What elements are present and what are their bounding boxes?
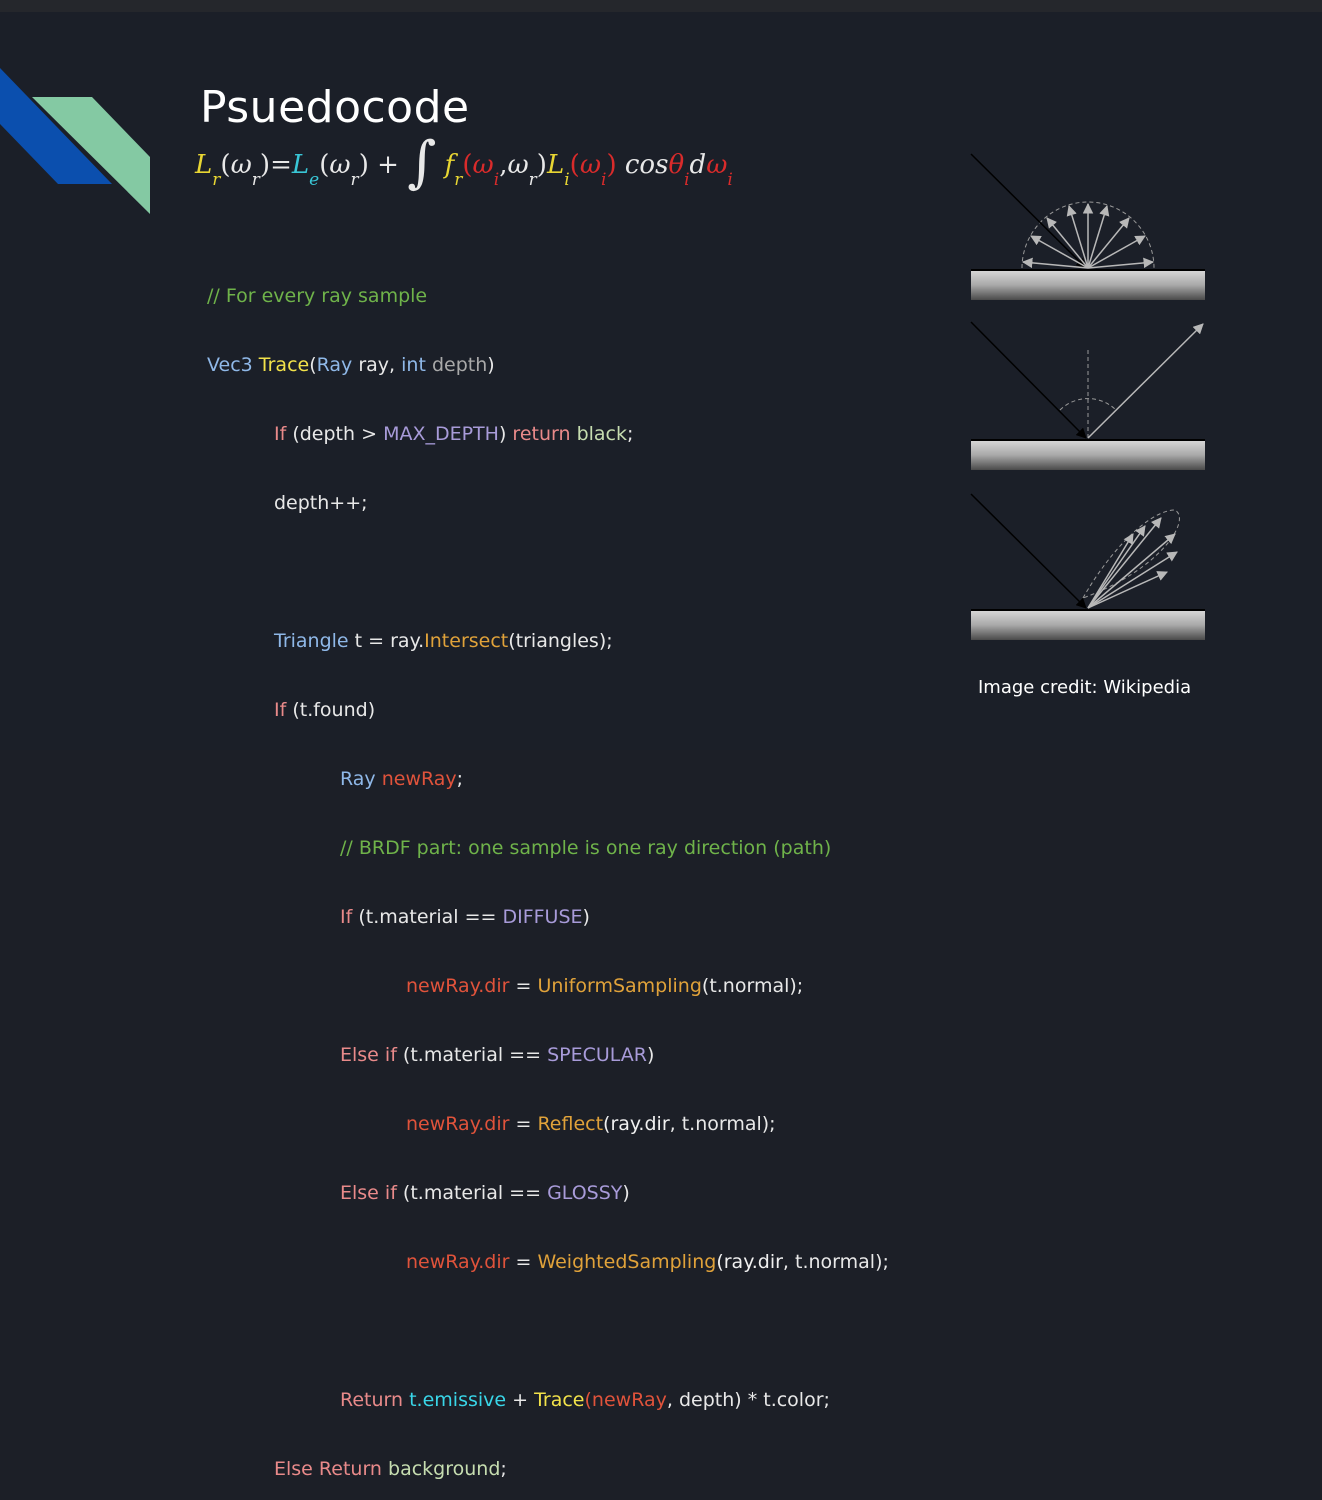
code-line-13: newRay.dir = Reflect(ray.dir, t.normal); (406, 1113, 776, 1135)
incident-ray (970, 321, 1087, 439)
rendering-equation: Lr(ωr)=Le(ωr) + ∫ fr(ωi,ωr)Li(ωi) cosθid… (195, 130, 733, 195)
code-line-blank-2 (207, 1320, 889, 1343)
code-line-18: Else Return background; (274, 1458, 507, 1480)
eq-L-i: L (546, 150, 565, 180)
eq-L-e: L (291, 150, 310, 180)
code-line-15: newRay.dir = WeightedSampling(ray.dir, t… (406, 1251, 889, 1273)
eq-integral: ∫ (407, 130, 437, 195)
surface (971, 440, 1205, 470)
eq-brdf: f (444, 150, 455, 180)
pseudocode-block: // For every ray sample Vec3 Trace(Ray r… (207, 239, 889, 1500)
image-credit: Image credit: Wikipedia (978, 677, 1192, 698)
code-line-12: Else if (t.material == SPECULAR) (340, 1044, 655, 1066)
diffuse-brdf-diagram (970, 153, 1205, 300)
eq-L-r: L (195, 150, 213, 180)
incident-ray (970, 153, 1087, 269)
code-line-14: Else if (t.material == GLOSSY) (340, 1182, 630, 1204)
code-line-17: Return t.emissive + Trace(newRay, depth)… (340, 1389, 830, 1411)
diffuse-rays (1021, 202, 1155, 269)
code-line-2: Vec3 Trace(Ray ray, int depth) (207, 354, 495, 376)
slide-title: Psuedocode (200, 82, 470, 133)
incident-ray (970, 493, 1087, 609)
specular-brdf-diagram (970, 321, 1205, 470)
surface (971, 270, 1205, 300)
slide-decoration (0, 68, 150, 214)
reflected-ray (1087, 323, 1204, 439)
brdf-diagrams (970, 153, 1205, 640)
code-line-8: Ray newRay; (340, 768, 464, 790)
code-line-1: // For every ray sample (207, 285, 428, 307)
window-top-bar (0, 0, 1322, 12)
code-line-3: If (depth > MAX_DEPTH) return black; (274, 423, 634, 445)
code-line-9: // BRDF part: one sample is one ray dire… (340, 837, 832, 859)
code-line-6: Triangle t = ray.Intersect(triangles); (274, 630, 613, 652)
surface (971, 610, 1205, 640)
code-line-11: newRay.dir = UniformSampling(t.normal); (406, 975, 804, 997)
code-line-10: If (t.material == DIFFUSE) (340, 906, 590, 928)
code-line-4: depth++; (274, 492, 368, 514)
glossy-rays (1087, 517, 1178, 609)
code-line-7: If (t.found) (274, 699, 376, 721)
glossy-brdf-diagram (970, 493, 1205, 640)
